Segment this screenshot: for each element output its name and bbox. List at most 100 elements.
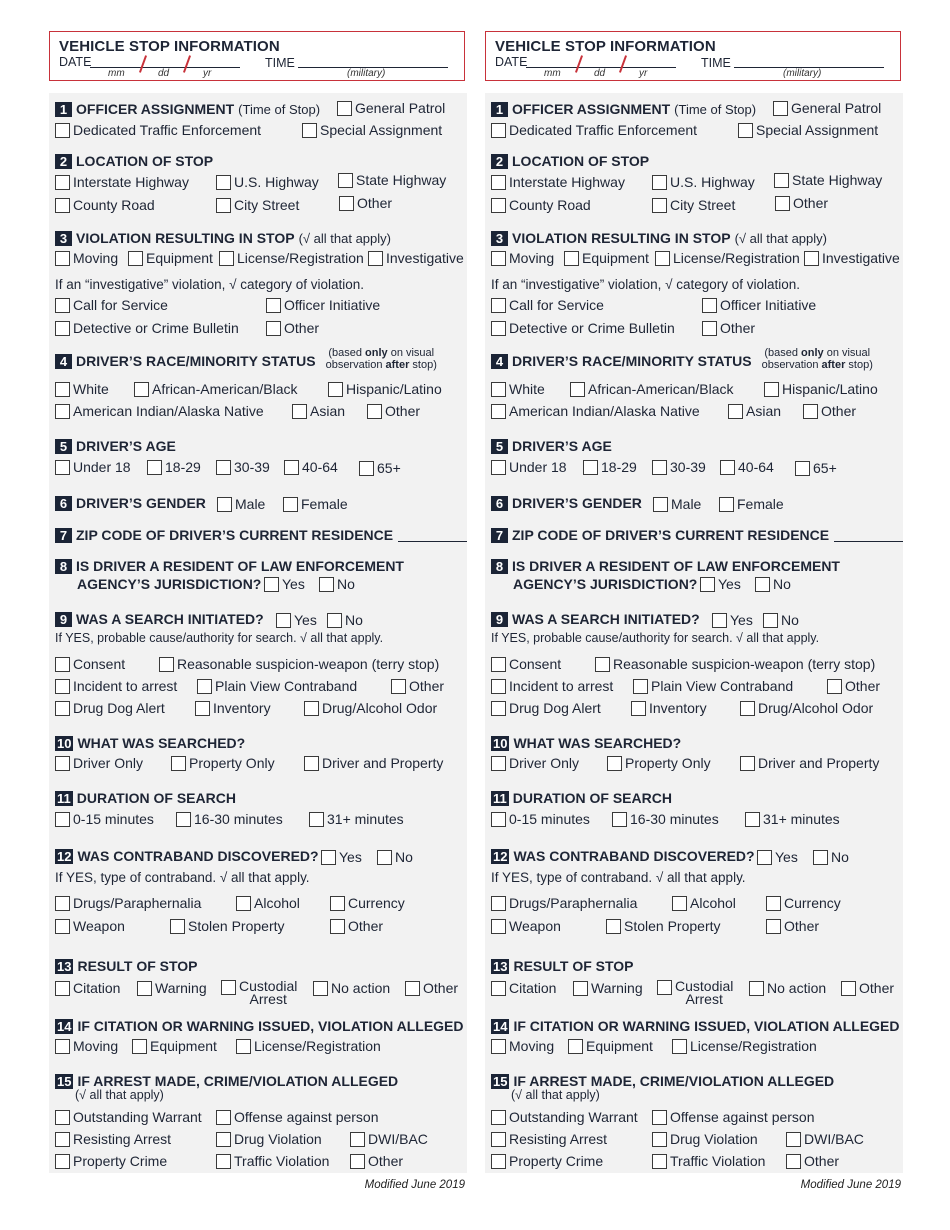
option-search-other[interactable]: Other (827, 678, 880, 694)
option-custodial-arrest[interactable]: Custodial Arrest (657, 979, 733, 1006)
checkbox[interactable] (804, 250, 819, 266)
checkbox[interactable] (137, 980, 152, 996)
checkbox[interactable] (652, 459, 667, 475)
option-female[interactable]: Female (283, 496, 348, 512)
checkbox[interactable] (55, 122, 70, 138)
option-state-highway[interactable]: State Highway (774, 172, 882, 188)
option-plain-view-contraband[interactable]: Plain View Contraband (197, 678, 357, 694)
zip-code-input-line[interactable] (398, 529, 467, 542)
option-race-other[interactable]: Other (367, 403, 420, 419)
option-currency[interactable]: Currency (766, 895, 841, 911)
option-resisting-arrest[interactable]: Resisting Arrest (55, 1131, 171, 1147)
option-us-highway[interactable]: U.S. Highway (216, 174, 319, 190)
zip-code-input-line[interactable] (834, 529, 903, 542)
checkbox[interactable] (337, 100, 352, 116)
checkbox[interactable] (775, 195, 790, 211)
checkbox[interactable] (266, 320, 281, 336)
option-31-plus-minutes[interactable]: 31+ minutes (745, 811, 840, 827)
checkbox[interactable] (216, 459, 231, 475)
checkbox[interactable] (653, 496, 668, 512)
checkbox[interactable] (631, 700, 646, 716)
checkbox[interactable] (321, 849, 336, 865)
checkbox[interactable] (720, 459, 735, 475)
checkbox[interactable] (491, 656, 506, 672)
option-resident-yes[interactable]: Yes (264, 576, 305, 592)
checkbox[interactable] (672, 1038, 687, 1054)
option-contraband-other[interactable]: Other (330, 918, 383, 934)
checkbox[interactable] (128, 250, 143, 266)
option-white[interactable]: White (491, 381, 545, 397)
checkbox[interactable] (773, 100, 788, 116)
option-citation-equipment[interactable]: Equipment (132, 1038, 217, 1054)
checkbox[interactable] (583, 459, 598, 475)
checkbox[interactable] (652, 197, 667, 213)
option-age-65-plus[interactable]: 65+ (359, 460, 401, 476)
option-city-street[interactable]: City Street (652, 197, 735, 213)
checkbox[interactable] (491, 459, 506, 475)
option-investigative[interactable]: Investigative (804, 250, 900, 266)
checkbox[interactable] (491, 1131, 506, 1147)
checkbox[interactable] (170, 918, 185, 934)
checkbox[interactable] (573, 980, 588, 996)
checkbox[interactable] (491, 174, 506, 190)
checkbox[interactable] (330, 918, 345, 934)
option-drugs-paraphernalia[interactable]: Drugs/Paraphernalia (491, 895, 637, 911)
checkbox[interactable] (491, 918, 506, 934)
checkbox[interactable] (652, 1153, 667, 1169)
option-detective-crime-bulletin[interactable]: Detective or Crime Bulletin (491, 320, 675, 336)
checkbox[interactable] (264, 576, 279, 592)
option-interstate-highway[interactable]: Interstate Highway (55, 174, 189, 190)
option-property-crime[interactable]: Property Crime (491, 1153, 603, 1169)
option-custodial-arrest[interactable]: Custodial Arrest (221, 979, 297, 1006)
option-race-other[interactable]: Other (803, 403, 856, 419)
checkbox[interactable] (491, 980, 506, 996)
option-search-yes[interactable]: Yes (276, 612, 317, 628)
checkbox[interactable] (55, 656, 70, 672)
checkbox[interactable] (171, 755, 186, 771)
checkbox[interactable] (719, 496, 734, 512)
checkbox[interactable] (55, 403, 70, 419)
option-search-yes[interactable]: Yes (712, 612, 753, 628)
checkbox[interactable] (491, 381, 506, 397)
option-31-plus-minutes[interactable]: 31+ minutes (309, 811, 404, 827)
checkbox[interactable] (350, 1131, 365, 1147)
option-no-action[interactable]: No action (749, 980, 826, 996)
option-citation-license-registration[interactable]: License/Registration (672, 1038, 817, 1054)
option-drug-alcohol-odor[interactable]: Drug/Alcohol Odor (304, 700, 437, 716)
checkbox[interactable] (216, 197, 231, 213)
checkbox[interactable] (55, 918, 70, 934)
checkbox[interactable] (330, 895, 345, 911)
option-county-road[interactable]: County Road (491, 197, 591, 213)
option-contraband-yes[interactable]: Yes (321, 849, 362, 865)
checkbox[interactable] (176, 811, 191, 827)
checkbox[interactable] (491, 403, 506, 419)
checkbox[interactable] (266, 297, 281, 313)
option-drugs-paraphernalia[interactable]: Drugs/Paraphernalia (55, 895, 201, 911)
checkbox[interactable] (607, 755, 622, 771)
option-incident-to-arrest[interactable]: Incident to arrest (55, 678, 177, 694)
option-age-65-plus[interactable]: 65+ (795, 460, 837, 476)
checkbox[interactable] (672, 895, 687, 911)
checkbox[interactable] (55, 197, 70, 213)
checkbox[interactable] (132, 1038, 147, 1054)
option-citation[interactable]: Citation (491, 980, 556, 996)
option-license-registration[interactable]: License/Registration (219, 250, 364, 266)
option-citation-equipment[interactable]: Equipment (568, 1038, 653, 1054)
option-under-18[interactable]: Under 18 (55, 459, 131, 475)
checkbox[interactable] (766, 895, 781, 911)
option-traffic-violation[interactable]: Traffic Violation (216, 1153, 329, 1169)
checkbox[interactable] (159, 656, 174, 672)
checkbox[interactable] (774, 172, 789, 188)
checkbox[interactable] (377, 849, 392, 865)
option-male[interactable]: Male (217, 496, 265, 512)
checkbox[interactable] (764, 381, 779, 397)
checkbox[interactable] (328, 381, 343, 397)
checkbox[interactable] (738, 122, 753, 138)
checkbox[interactable] (197, 678, 212, 694)
checkbox[interactable] (740, 700, 755, 716)
option-arrest-other[interactable]: Other (350, 1153, 403, 1169)
option-moving[interactable]: Moving (491, 250, 554, 266)
checkbox[interactable] (283, 496, 298, 512)
option-inventory[interactable]: Inventory (631, 700, 707, 716)
option-resisting-arrest[interactable]: Resisting Arrest (491, 1131, 607, 1147)
